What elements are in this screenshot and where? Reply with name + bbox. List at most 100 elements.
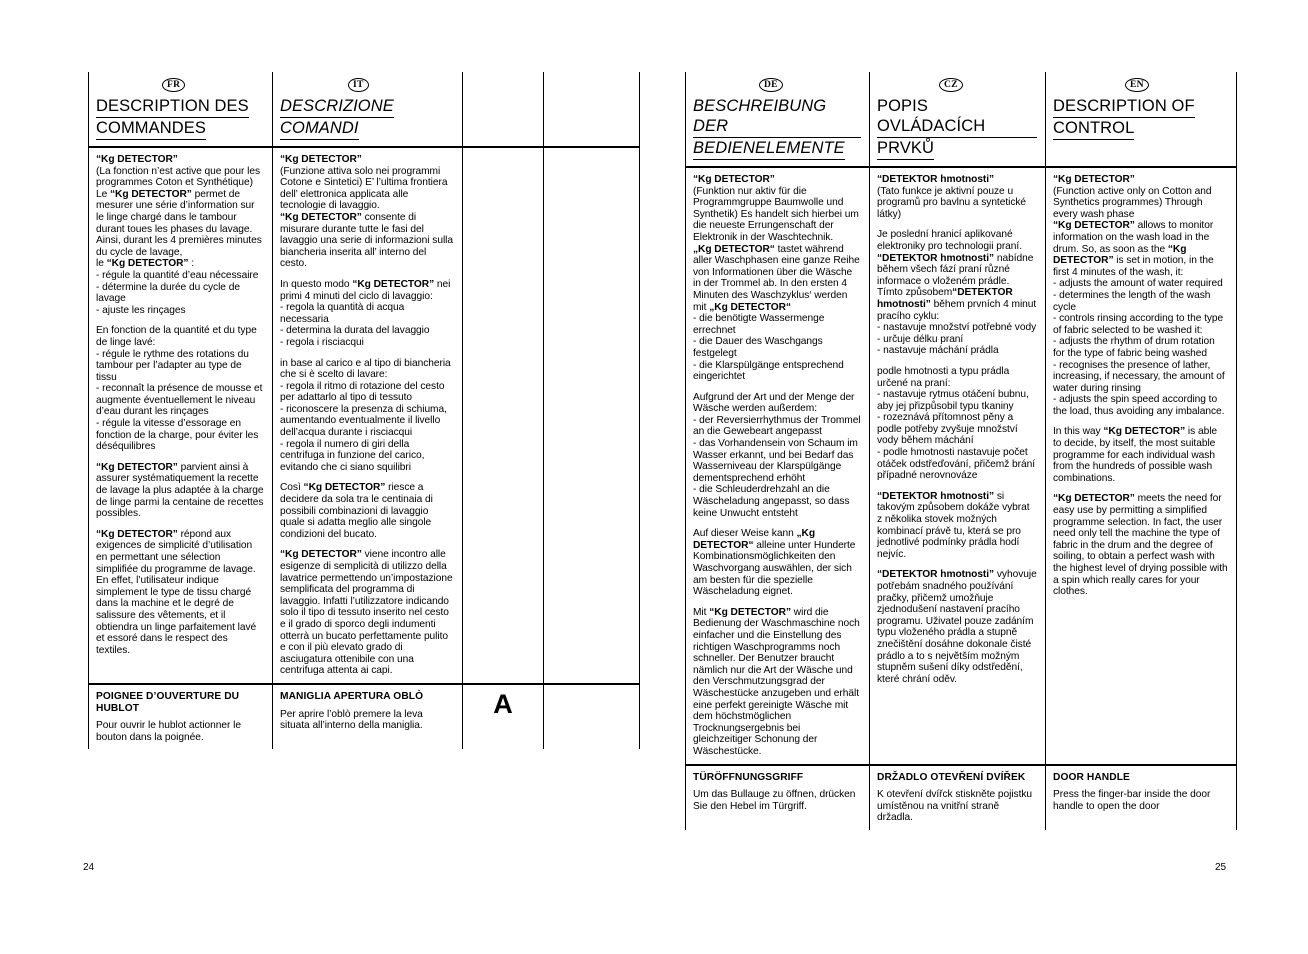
page-number-left: 24 (83, 862, 95, 873)
footer-cell-it: MANIGLIA APERTURA OBLÒ Per aprire l’oblò… (272, 683, 463, 750)
bullet-item: - nastavuje množství potřebné vody (877, 322, 1037, 334)
body-cell-cz: “DETEKTOR hmotnosti” (Tato funkce je akt… (869, 167, 1046, 766)
kg-detector-heading-cz: “DETEKTOR hmotnosti” (877, 174, 995, 185)
bullet-item: - určuje délku praní (877, 333, 964, 345)
kg-detector-p4-cz: “DETEKTOR hmotnosti” si takovým způsobem… (877, 490, 1030, 560)
door-handle-text-it: Per aprire l’oblò premere la leva situat… (280, 708, 423, 732)
kg-detector-p1-cz: “DETEKTOR hmotnosti” nabídne během všech… (877, 252, 1034, 287)
bullet-item: - die Dauer des Waschgangs festgelegt (693, 336, 823, 359)
kg-detector-p3intro-cz: podle hmotnosti a typu prádla určené na … (877, 365, 1010, 389)
kg-detector-p1-de: „Kg DETECTOR“ tastet während aller Wasch… (693, 243, 860, 313)
bullet-item: - adjusts the spin speed according to th… (1053, 394, 1225, 417)
bullet-item: - regola i risciacqui (280, 336, 364, 348)
door-handle-heading-en: DOOR HANDLE (1053, 771, 1130, 783)
kg-detector-heading-fr: “Kg DETECTOR” (96, 154, 178, 165)
body-cell-fr: “Kg DETECTOR” (La fonction n’est active … (88, 147, 273, 685)
bullet-item: - nastavuje máchání prádla (877, 345, 999, 357)
kg-detector-intro-de: (Funktion nur aktiv für die Programmgrup… (693, 185, 859, 243)
language-flag-it: IT (348, 78, 369, 92)
bullet-item: - recognises the presence of lather, inc… (1053, 359, 1225, 394)
left-page: FR DESCRIPTION DES COMMANDES IT DESCRIZI… (88, 72, 640, 882)
bullet-item: - adjusts the rhythm of drum rotation fo… (1053, 336, 1215, 359)
page-title-en-line1: DESCRIPTION OF (1053, 96, 1195, 118)
page-title-de: BESCHREIBUNG DER BEDIENELEMENTE (693, 96, 861, 160)
bullet-item: - nastavuje rytmus otáčení bubnu, aby je… (877, 389, 1029, 412)
kg-detector-p4-en: “Kg DETECTOR” meets the need for easy us… (1053, 493, 1228, 598)
footer-cell-de: TÜRÖFFNUNGSGRIFF Um das Bullauge zu öffn… (685, 764, 870, 830)
door-handle-heading-fr: POIGNEE D’OUVERTURE DU HUBLOT (96, 690, 240, 714)
right-page: DE BESCHREIBUNG DER BEDIENELEMENTE CZ PO… (685, 72, 1237, 882)
kg-detector-p1d-fr: le “Kg DETECTOR” : (96, 258, 194, 270)
right-page-table: DE BESCHREIBUNG DER BEDIENELEMENTE CZ PO… (685, 72, 1237, 830)
kg-detector-p1-en: “Kg DETECTOR” allows to monitor informat… (1053, 220, 1214, 278)
page-title-it-line1: DESCRIZIONE (280, 96, 394, 118)
footer-cell-marker: A (462, 683, 544, 750)
lang-flag-row-it: IT (280, 78, 454, 96)
kg-detector-p4-it: Così “Kg DETECTOR” riesce a decidere da … (280, 482, 433, 540)
footer-cell-fr: POIGNEE D’OUVERTURE DU HUBLOT Pour ouvri… (88, 683, 273, 750)
bullet-item: - der Reversierrhythmus der Trommel an d… (693, 414, 861, 438)
kg-detector-p5-it: “Kg DETECTOR” viene incontro alle esigen… (280, 549, 453, 677)
header-cell-it: IT DESCRIZIONE COMANDI (272, 72, 463, 148)
kg-detector-p3-fr: “Kg DETECTOR” parvient ainsi à assurer s… (96, 461, 264, 520)
bullet-item: - riconoscere la presenza di schiuma, au… (280, 403, 447, 439)
bullet-item: - ajuste les rinçages (96, 304, 186, 316)
door-handle-text-fr: Pour ouvrir le hublot actionner le bouto… (96, 720, 241, 743)
page-title-en: DESCRIPTION OF CONTROL (1053, 96, 1228, 140)
lang-flag-row-fr: FR (96, 78, 264, 96)
bullet-item: - die Klarspülgänge entsprechend eingeri… (693, 359, 844, 383)
header-cell-de: DE BESCHREIBUNG DER BEDIENELEMENTE (685, 72, 870, 168)
table-body-row: “Kg DETECTOR” (Funktion nur aktiv für di… (685, 167, 1237, 766)
language-flag-fr: FR (162, 78, 186, 92)
bullet-item: - die Schleuderdrehzahl an die Wäschelad… (693, 484, 850, 519)
bullet-item: - détermine la durée du cycle de lavage (96, 281, 240, 305)
page-title-de-line2: BEDIENELEMENTE (693, 138, 845, 160)
bullet-item: - das Vorhandensein von Schaum im Wasser… (693, 438, 858, 484)
bullet-item: - régule la vitesse d’essorage en foncti… (96, 418, 259, 453)
bullet-item: - rozeznává přítomnost pěny a podle potř… (877, 412, 1018, 447)
bullet-item: - regola il ritmo di rotazione del cesto… (280, 380, 445, 404)
language-flag-en: EN (1125, 78, 1149, 92)
body-cell-empty-2 (543, 147, 640, 685)
table-body-row: “Kg DETECTOR” (La fonction n’est active … (88, 147, 640, 685)
lang-flag-row-cz: CZ (877, 78, 1037, 96)
header-cell-empty-1 (462, 72, 544, 148)
page-title-fr-line2: COMMANDES (96, 118, 206, 140)
table-footer-row: TÜRÖFFNUNGSGRIFF Um das Bullauge zu öffn… (685, 764, 1237, 830)
kg-detector-intro-cz: (Tato funkce je aktivní pouze u programů… (877, 185, 1027, 220)
door-handle-text-de: Um das Bullauge zu öffnen, drücken Sie d… (693, 789, 856, 812)
bullet-item: - controls rinsing according to the type… (1053, 313, 1224, 336)
page-title-cz-line2: PRVKŮ (877, 138, 935, 160)
kg-detector-intro-it: (Funzione attiva solo nei programmi Coto… (280, 165, 448, 212)
kg-detector-heading-de: “Kg DETECTOR” (693, 174, 775, 185)
kg-detector-p2-it: In questo modo “Kg DETECTOR” nei primi 4… (280, 278, 451, 302)
header-cell-fr: FR DESCRIPTION DES COMMANDES (88, 72, 273, 148)
footer-cell-cz: DRŽADLO OTEVŘENÍ DVÍŘEK K otevření dvířc… (869, 764, 1046, 830)
kg-detector-p3-en: In this way “Kg DETECTOR” is able to dec… (1053, 426, 1218, 484)
door-handle-heading-it: MANIGLIA APERTURA OBLÒ (280, 690, 424, 702)
header-cell-empty-2 (543, 72, 640, 148)
bullet-item: - régule la quantité d’eau nécessaire (96, 269, 259, 281)
footer-cell-en: DOOR HANDLE Press the finger-bar inside … (1045, 764, 1237, 830)
header-cell-cz: CZ POPIS OVLÁDACÍCH PRVKŮ (869, 72, 1046, 168)
kg-detector-p1-it: “Kg DETECTOR” consente di misurare duran… (280, 211, 453, 270)
kg-detector-p4-de: Mit “Kg DETECTOR” wird die Bedienung der… (693, 606, 860, 757)
page-title-fr: DESCRIPTION DES COMMANDES (96, 96, 264, 140)
bullet-item: - regola il numero di giri della centrif… (280, 438, 425, 473)
kg-detector-intro-fr: (La fonction n’est active que pour les p… (96, 165, 261, 189)
language-flag-de: DE (759, 78, 783, 92)
kg-detector-p2intro-de: Aufgrund der Art und der Menge der Wäsch… (693, 391, 855, 415)
